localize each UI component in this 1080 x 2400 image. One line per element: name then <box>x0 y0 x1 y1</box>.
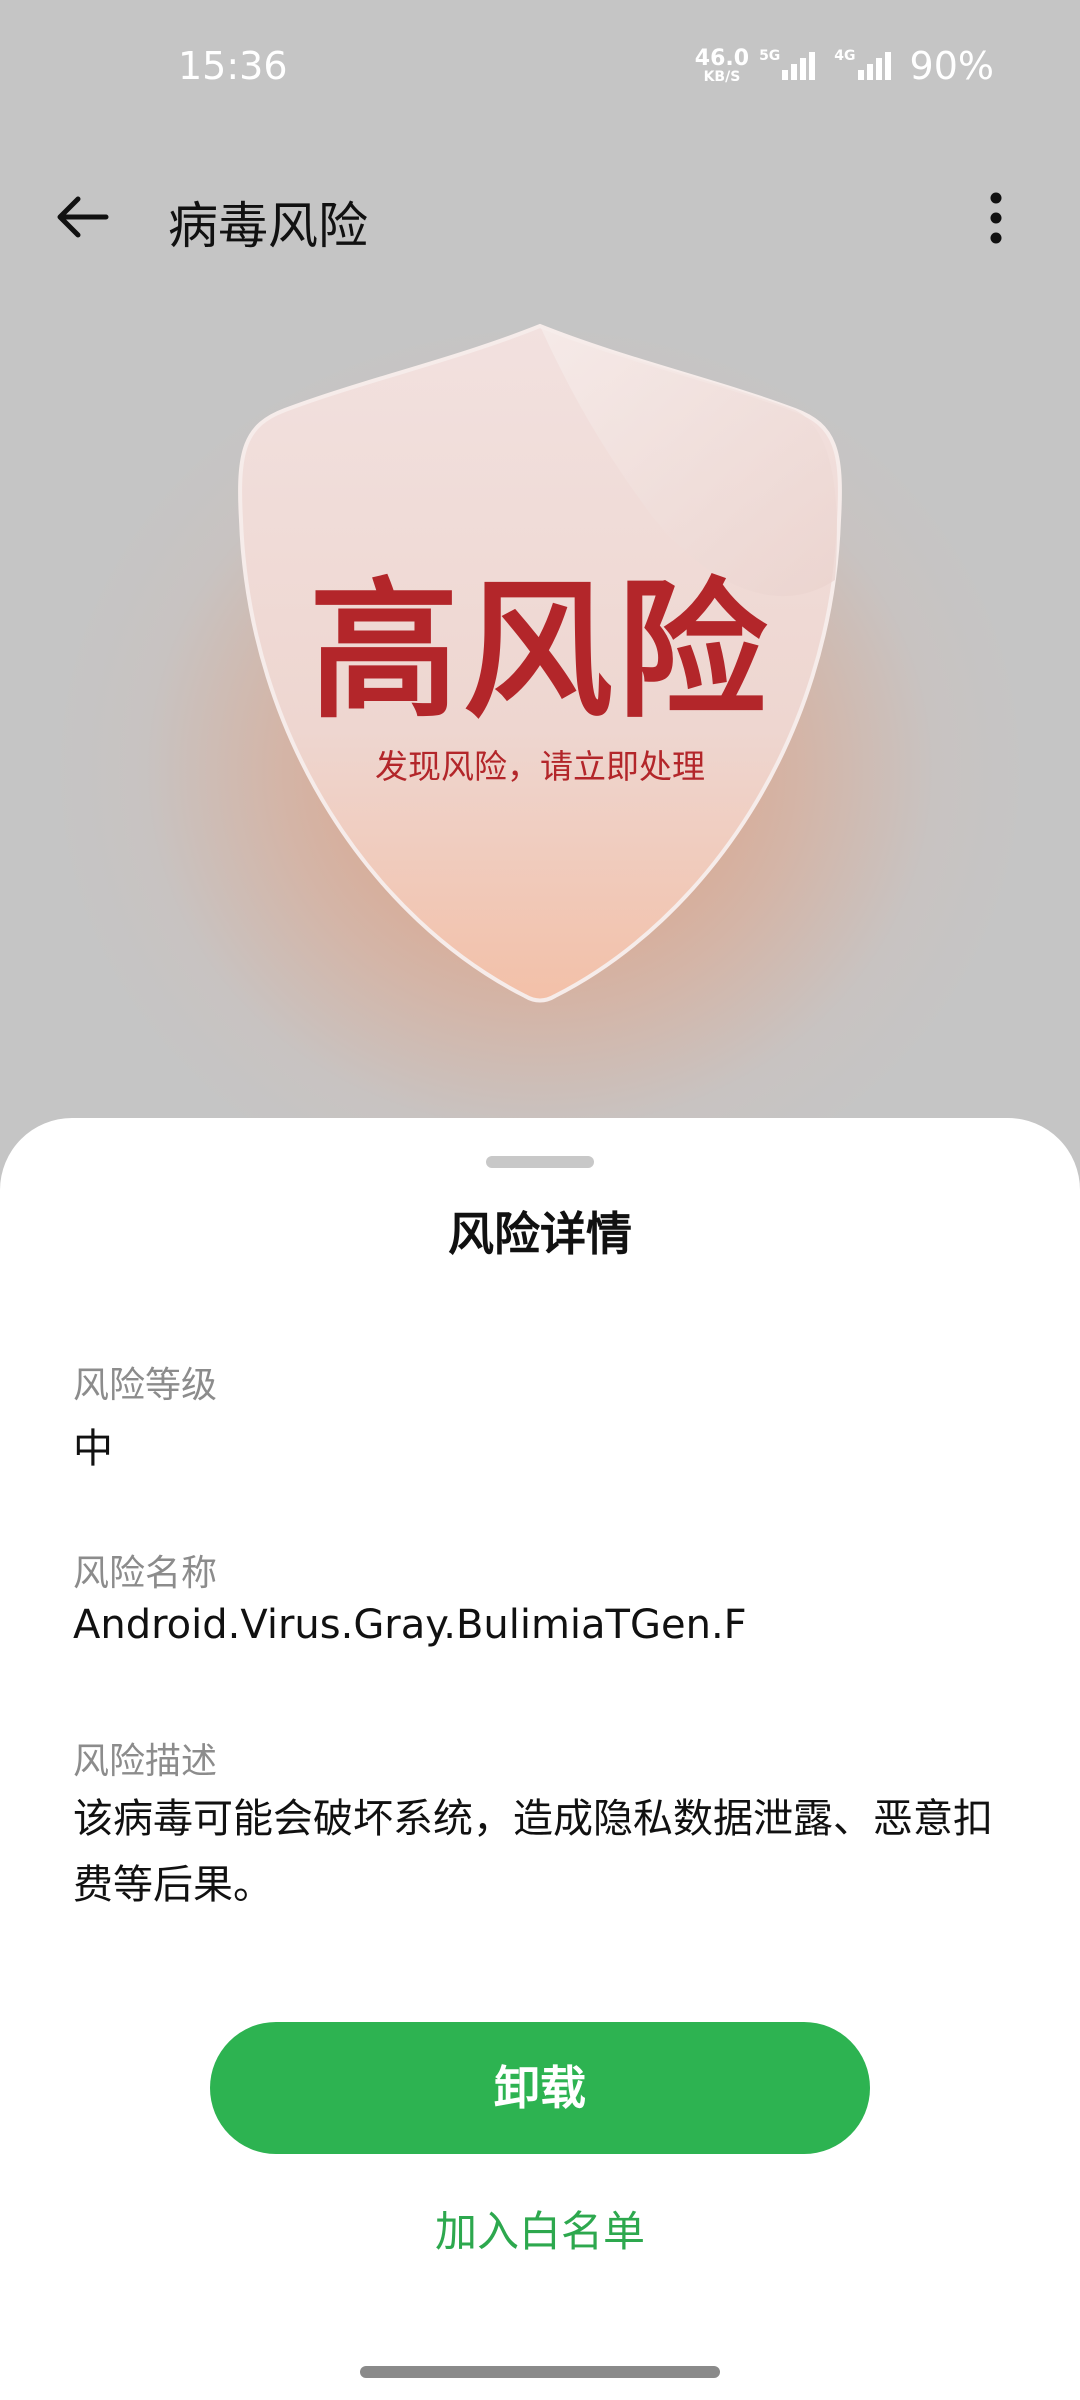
status-indicators: 46.0 KB/S 5G 4G 90% <box>695 44 994 88</box>
signal-icon <box>782 52 818 80</box>
risk-level-title: 高风险 <box>308 565 771 739</box>
network-speed-unit: KB/S <box>703 69 741 85</box>
home-indicator[interactable] <box>360 2366 720 2378</box>
signal-icon-2 <box>857 52 894 80</box>
sim2-network-type: 4G <box>834 48 856 64</box>
sheet-title: 风险详情 <box>448 1207 632 1261</box>
network-speed-value: 46.0 <box>694 46 750 71</box>
sim1-network-type: 5G <box>759 48 781 64</box>
status-bar: 15:36 46.0 KB/S 5G 4G 90% <box>0 0 1080 140</box>
risk-description-label: 风险描述 <box>73 1741 218 1782</box>
page-title: 病毒风险 <box>168 197 368 255</box>
risk-level-value: 中 <box>73 1426 113 1472</box>
risk-message: 发现风险，请立即处理 <box>375 747 705 786</box>
network-speed: 46.0 KB/S <box>694 46 750 85</box>
status-time: 15:36 <box>178 44 288 88</box>
risk-details-sheet: 风险详情 风险等级 中 风险名称 Android.Virus.Gray.Buli… <box>0 1118 1080 2400</box>
risk-name-label: 风险名称 <box>73 1553 218 1594</box>
arrow-left-icon[interactable] <box>50 185 114 249</box>
add-to-whitelist-link[interactable]: 加入白名单 <box>0 2198 1080 2259</box>
uninstall-button[interactable]: 卸载 <box>210 2022 870 2154</box>
risk-description-value: 该病毒可能会破坏系统，造成隐私数据泄露、恶意扣费等后果。 <box>73 1796 993 1908</box>
more-vertical-icon[interactable] <box>976 186 1016 250</box>
risk-level-label: 风险等级 <box>73 1365 218 1406</box>
risk-name-value: Android.Virus.Gray.BulimiaTGen.F <box>73 1602 747 1648</box>
sheet-drag-handle[interactable] <box>486 1156 594 1168</box>
battery-level: 90% <box>909 44 994 88</box>
